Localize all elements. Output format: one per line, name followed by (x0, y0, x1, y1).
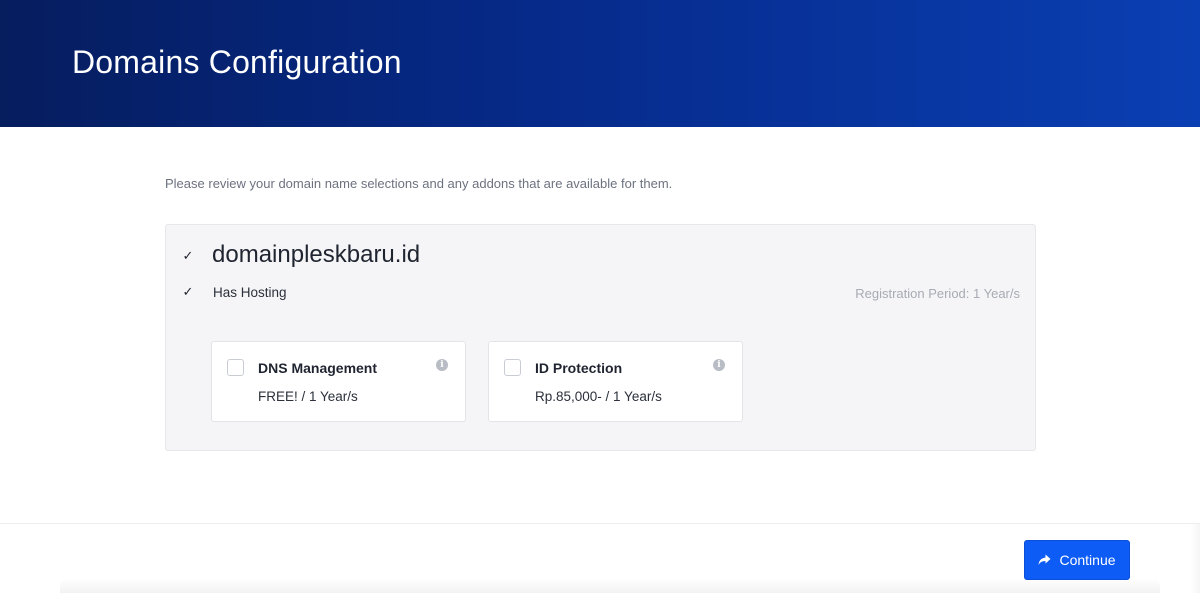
addon-price: FREE! / 1 Year/s (258, 389, 358, 404)
page-title: Domains Configuration (72, 44, 402, 80)
continue-label: Continue (1059, 552, 1116, 568)
bottom-shadow (60, 578, 1160, 593)
addon-card-dns-management[interactable]: DNS Management FREE! / 1 Year/s i (211, 341, 466, 422)
addon-name: DNS Management (258, 360, 378, 376)
info-icon[interactable]: i (436, 359, 448, 371)
edge-shadow (1190, 524, 1200, 593)
domain-panel: ✓ domainpleskbaru.id ✓ Has Hosting Regis… (165, 224, 1036, 451)
id-protection-checkbox[interactable] (504, 359, 521, 376)
info-icon[interactable]: i (713, 359, 725, 371)
registration-period: Registration Period: 1 Year/s (855, 286, 1020, 301)
intro-text: Please review your domain name selection… (165, 176, 673, 191)
hosting-checkmark-icon[interactable]: ✓ (181, 285, 195, 300)
domain-name: domainpleskbaru.id (212, 241, 421, 268)
dns-management-checkbox[interactable] (227, 359, 244, 376)
domains-configuration-page: Domains Configuration Please review your… (0, 0, 1200, 593)
domain-checkmark-icon[interactable]: ✓ (181, 249, 195, 264)
addon-name: ID Protection (535, 360, 623, 376)
page-header: Domains Configuration (0, 0, 1200, 127)
continue-button[interactable]: Continue (1024, 540, 1130, 580)
hosting-label: Has Hosting (213, 285, 287, 300)
addon-price: Rp.85,000- / 1 Year/s (535, 389, 662, 404)
share-arrow-icon (1038, 554, 1051, 565)
footer-divider (0, 523, 1200, 524)
addon-card-id-protection[interactable]: ID Protection Rp.85,000- / 1 Year/s i (488, 341, 743, 422)
